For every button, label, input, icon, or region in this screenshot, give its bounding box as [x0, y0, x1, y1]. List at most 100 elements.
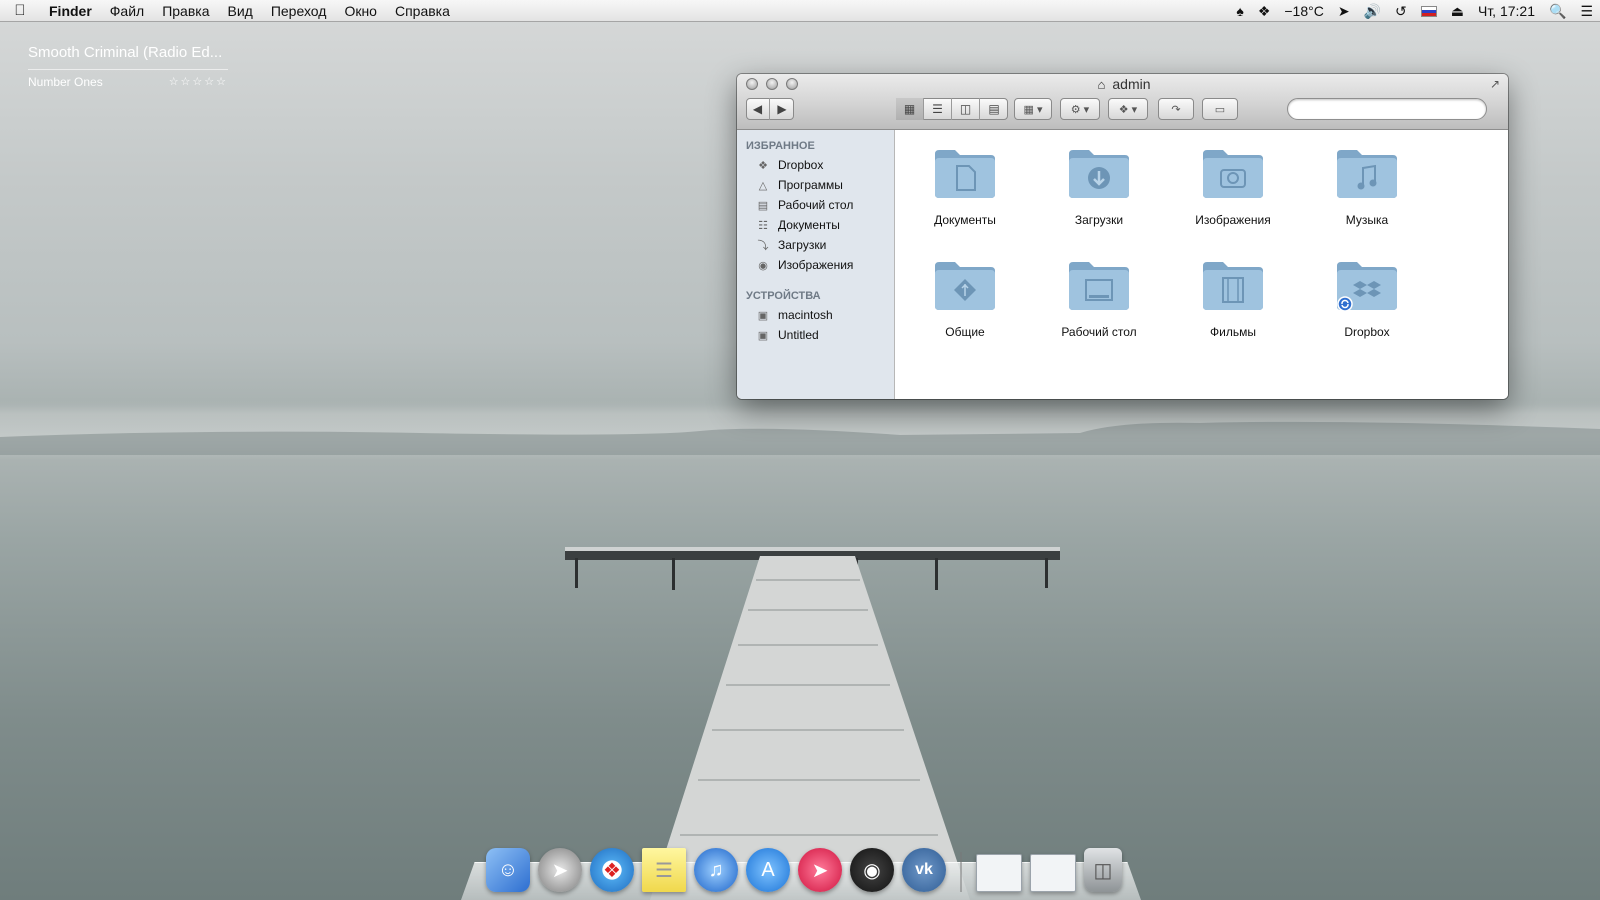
- icon-view-icon[interactable]: ▦: [896, 98, 924, 120]
- eject-icon[interactable]: ⏏: [1444, 3, 1471, 20]
- sidebar-item-pictures[interactable]: ◉ Изображения: [737, 255, 894, 275]
- menu-edit[interactable]: Правка: [153, 3, 218, 19]
- folder-public[interactable]: Общие: [906, 258, 1024, 339]
- sidebar-item-desktop[interactable]: ▤ Рабочий стол: [737, 195, 894, 215]
- sidebar-item-label: Программы: [778, 178, 843, 192]
- sidebar-item-macintosh[interactable]: ▣ macintosh: [737, 305, 894, 325]
- dropbox-status-icon[interactable]: ❖: [1251, 3, 1278, 20]
- public-folder-icon: [935, 262, 995, 310]
- menu-window[interactable]: Окно: [335, 3, 386, 19]
- folder-desktop[interactable]: Рабочий стол: [1040, 258, 1158, 339]
- folder-pictures[interactable]: Изображения: [1174, 146, 1292, 227]
- folder-movies[interactable]: Фильмы: [1174, 258, 1292, 339]
- sidebar: ИЗБРАННОЕ ❖ Dropbox △ Программы ▤ Рабочи…: [737, 130, 895, 399]
- forward-icon[interactable]: ▶: [770, 98, 794, 120]
- view-mode-segmented[interactable]: ▦ ☰ ◫ ▤: [896, 98, 1008, 120]
- hard-disk-icon: ▣: [757, 309, 769, 322]
- toggle-icon: ▭: [1214, 103, 1226, 116]
- dropbox-button[interactable]: ❖ ▾: [1108, 98, 1148, 120]
- sidebar-item-label: Изображения: [778, 258, 854, 272]
- sparrow-status-icon[interactable]: ➤: [1331, 3, 1357, 20]
- dock: ☺ ➤ ❖ ☰ ♫ A ➤ ◉ vk ◫: [486, 840, 1122, 892]
- column-view-icon[interactable]: ◫: [952, 98, 980, 120]
- action-button[interactable]: ⚙ ▾: [1060, 98, 1100, 120]
- camera-icon: ◉: [758, 259, 768, 272]
- downloads-folder-icon: [1069, 150, 1129, 198]
- back-icon[interactable]: ◀: [746, 98, 770, 120]
- time-machine-icon[interactable]: ↺: [1388, 3, 1414, 20]
- cat-status-icon[interactable]: ♠: [1229, 3, 1250, 19]
- folder-label: Dropbox: [1344, 325, 1390, 339]
- sidebar-item-downloads[interactable]: ⤵ Загрузки: [737, 235, 894, 255]
- safari-icon[interactable]: ❖: [590, 848, 634, 892]
- track-progress-line: [28, 69, 228, 70]
- documents-icon: ☷: [758, 219, 768, 232]
- sidebar-item-untitled[interactable]: ▣ Untitled: [737, 325, 894, 345]
- sidebar-item-label: Dropbox: [778, 158, 824, 172]
- sidebar-item-dropbox[interactable]: ❖ Dropbox: [737, 155, 894, 175]
- menu-go[interactable]: Переход: [262, 3, 336, 19]
- sparrow-icon[interactable]: ➤: [798, 848, 842, 892]
- list-view-icon[interactable]: ☰: [924, 98, 952, 120]
- sidebar-item-documents[interactable]: ☷ Документы: [737, 215, 894, 235]
- app-store-icon[interactable]: A: [746, 848, 790, 892]
- folder-label: Общие: [945, 325, 985, 339]
- sidebar-item-label: Untitled: [778, 328, 819, 342]
- folder-documents[interactable]: Документы: [906, 146, 1024, 227]
- itunes-icon[interactable]: ♫: [694, 848, 738, 892]
- folder-label: Документы: [934, 213, 996, 227]
- folder-label: Рабочий стол: [1061, 325, 1137, 339]
- fullscreen-icon[interactable]: ↗: [1490, 77, 1500, 91]
- menu-view[interactable]: Вид: [219, 3, 262, 19]
- pictures-folder-icon: [1203, 150, 1263, 198]
- home-icon: ⌂: [1097, 77, 1106, 92]
- apple-menu-icon[interactable]: : [0, 2, 40, 19]
- sidebar-item-applications[interactable]: △ Программы: [737, 175, 894, 195]
- sidebar-item-label: Рабочий стол: [778, 198, 854, 212]
- input-source-flag-icon[interactable]: [1414, 5, 1444, 17]
- folder-label: Музыка: [1345, 213, 1389, 227]
- tags-button[interactable]: ▭: [1202, 98, 1238, 120]
- stack-icon-1[interactable]: [976, 854, 1022, 892]
- distant-hills: [0, 421, 1600, 455]
- finder-icon[interactable]: ☺: [486, 848, 530, 892]
- vk-icon[interactable]: vk: [902, 848, 946, 892]
- search-input[interactable]: [1287, 98, 1487, 120]
- folder-music[interactable]: Музыка: [1308, 146, 1426, 227]
- rating-stars[interactable]: ☆☆☆☆☆: [169, 75, 228, 89]
- toolbar: ◀ ▶ ▦ ☰ ◫ ▤ ▦ ▾ ⚙ ▾ ❖ ▾ ↷ ▭: [746, 97, 1499, 121]
- gear-icon: ⚙ ▾: [1070, 103, 1090, 116]
- dock-separator: [960, 852, 962, 892]
- sidebar-item-label: Загрузки: [778, 238, 827, 252]
- folder-label: Изображения: [1195, 213, 1271, 227]
- stack-icon-2[interactable]: [1030, 854, 1076, 892]
- track-title: Smooth Criminal (Radio Ed...: [28, 44, 223, 61]
- arrange-button[interactable]: ▦ ▾: [1014, 98, 1052, 120]
- notification-center-icon[interactable]: ☰: [1573, 3, 1600, 20]
- dropbox-icon: ❖ ▾: [1118, 103, 1138, 116]
- window-titlebar[interactable]: ⌂ admin ↗ ◀ ▶ ▦ ☰ ◫ ▤ ▦ ▾ ⚙ ▾ ❖ ▾ ↷ ▭: [737, 74, 1508, 130]
- movies-folder-icon: [1203, 262, 1263, 310]
- menu-app-name[interactable]: Finder: [40, 3, 101, 19]
- temperature-status[interactable]: −18°C: [1277, 3, 1330, 19]
- favorites-heading: ИЗБРАННОЕ: [746, 140, 815, 152]
- dvd-player-icon[interactable]: ◉: [850, 848, 894, 892]
- menu-help[interactable]: Справка: [386, 3, 459, 19]
- folder-label: Фильмы: [1210, 325, 1256, 339]
- back-forward-buttons[interactable]: ◀ ▶: [746, 98, 794, 120]
- volume-icon[interactable]: 🔊: [1357, 3, 1388, 20]
- notes-icon[interactable]: ☰: [642, 848, 686, 892]
- launchpad-icon[interactable]: ➤: [538, 848, 582, 892]
- music-folder-icon: [1337, 150, 1397, 198]
- share-button[interactable]: ↷: [1158, 98, 1194, 120]
- spotlight-icon[interactable]: 🔍: [1542, 3, 1573, 20]
- file-icon-view: Документы Загрузки Изображения Музыка Об…: [895, 130, 1508, 399]
- folder-downloads[interactable]: Загрузки: [1040, 146, 1158, 227]
- menu-file[interactable]: Файл: [101, 3, 153, 19]
- trash-icon[interactable]: ◫: [1084, 848, 1122, 892]
- dropbox-folder-icon: [1337, 262, 1397, 312]
- share-icon: ↷: [1171, 103, 1181, 116]
- folder-dropbox[interactable]: Dropbox: [1308, 258, 1426, 339]
- clock[interactable]: Чт, 17:21: [1471, 3, 1542, 19]
- coverflow-view-icon[interactable]: ▤: [980, 98, 1008, 120]
